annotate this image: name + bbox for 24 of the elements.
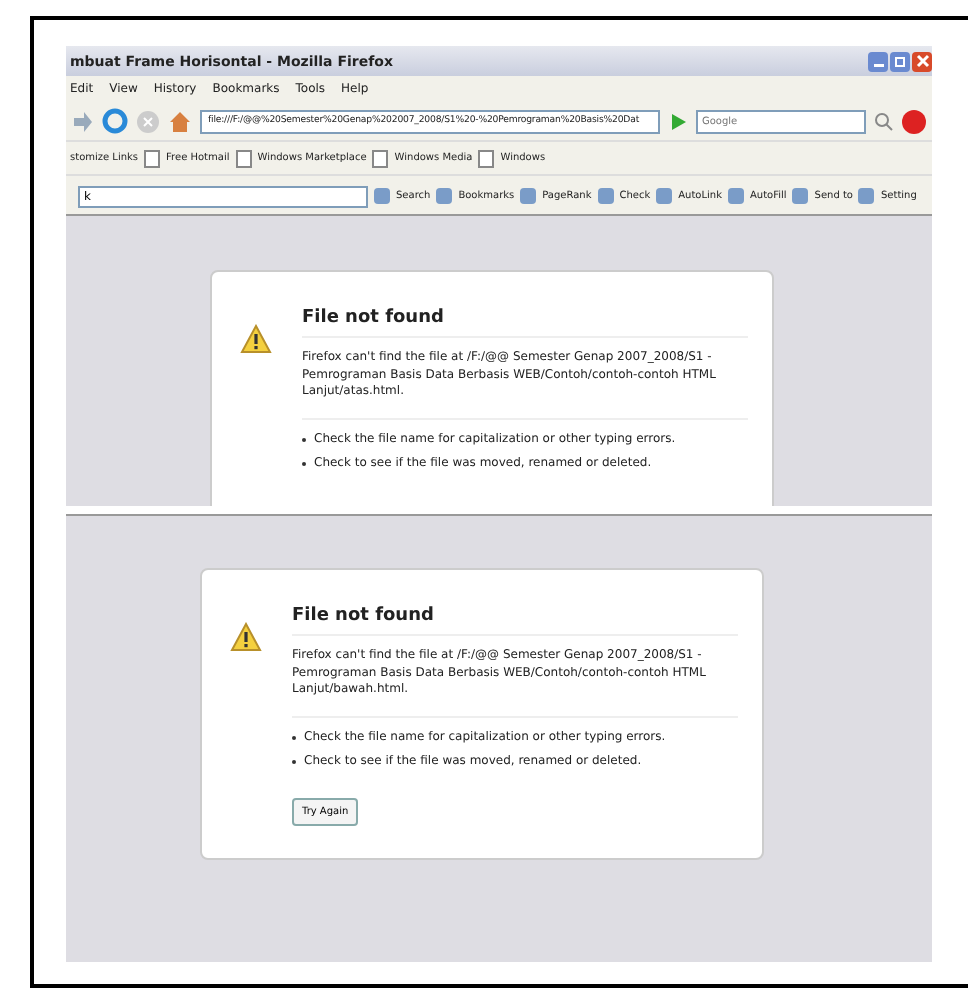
search-icon[interactable]: [874, 111, 894, 131]
close-icon[interactable]: [912, 51, 932, 71]
go-icon[interactable]: [668, 111, 688, 131]
toolbar-icon[interactable]: [792, 188, 809, 204]
warning-icon[interactable]: [230, 622, 262, 652]
error-title: File not found: [302, 308, 748, 338]
stop-icon[interactable]: [136, 109, 160, 133]
minimize-icon[interactable]: [868, 51, 888, 71]
warning-icon[interactable]: [240, 324, 272, 354]
restore-icon[interactable]: [890, 51, 910, 71]
toolbar-icon[interactable]: [520, 188, 537, 204]
toolbar-icon[interactable]: [436, 188, 453, 204]
page-icon[interactable]: [372, 149, 389, 167]
home-icon[interactable]: [168, 109, 192, 133]
toolbar-icon[interactable]: [597, 188, 614, 204]
page-icon[interactable]: [478, 149, 495, 167]
toolbar-icon[interactable]: [727, 188, 744, 204]
page-icon[interactable]: [144, 149, 161, 167]
toolbar-icon[interactable]: [858, 188, 875, 204]
forward-arrow-icon[interactable]: [70, 109, 94, 133]
error-title: File not found: [292, 606, 738, 636]
toolbar-icon[interactable]: [656, 188, 673, 204]
page-icon[interactable]: [235, 149, 252, 167]
toolbar-icon[interactable]: [374, 188, 390, 204]
